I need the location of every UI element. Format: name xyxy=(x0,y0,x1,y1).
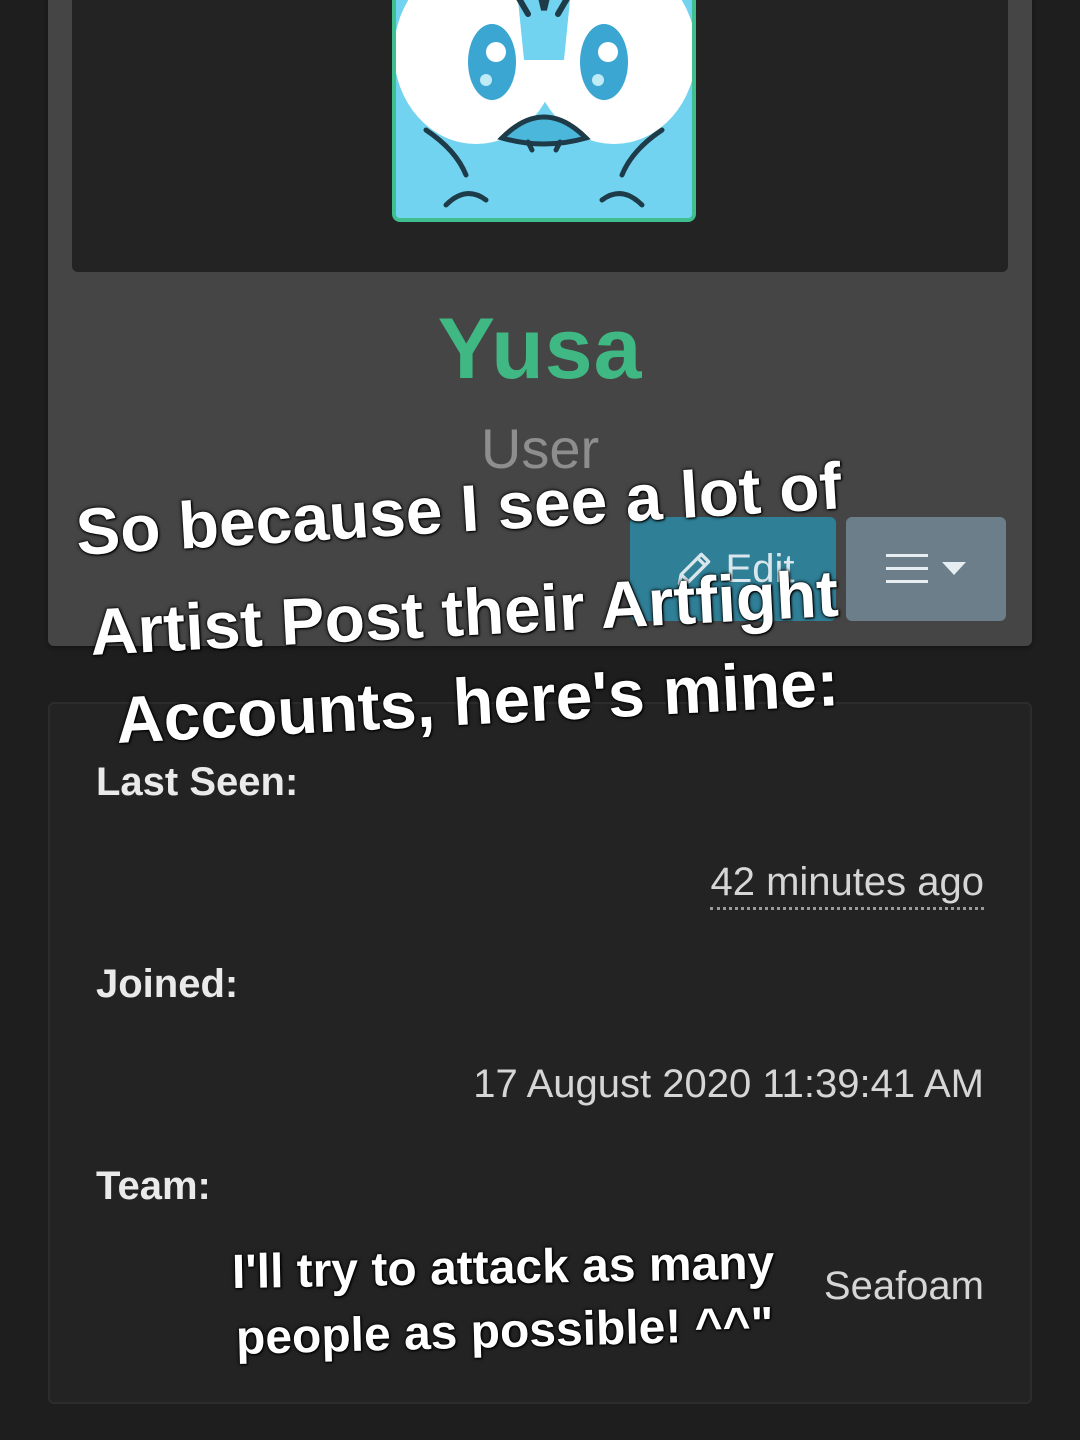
avatar-frame xyxy=(72,0,1008,272)
bio-caption-line-2: people as possible! ^^" xyxy=(235,1297,775,1365)
joined-label: Joined: xyxy=(96,962,239,1006)
last-seen-label: Last Seen: xyxy=(96,760,299,804)
hamburger-icon xyxy=(886,554,928,583)
username: Yusa xyxy=(437,301,643,397)
profile-page: Yusa User Edit Last Seen: 42 minutes ago… xyxy=(0,0,1080,1440)
joined-value: 17 August 2020 11:39:41 AM xyxy=(473,1062,984,1106)
avatar[interactable] xyxy=(392,0,696,222)
team-value[interactable]: Seafoam xyxy=(824,1264,984,1309)
avatar-image xyxy=(396,0,692,218)
profile-menu-button[interactable] xyxy=(846,517,1006,621)
team-label: Team: xyxy=(96,1164,211,1208)
last-seen-value[interactable]: 42 minutes ago xyxy=(710,860,984,910)
caret-down-icon xyxy=(942,562,966,575)
